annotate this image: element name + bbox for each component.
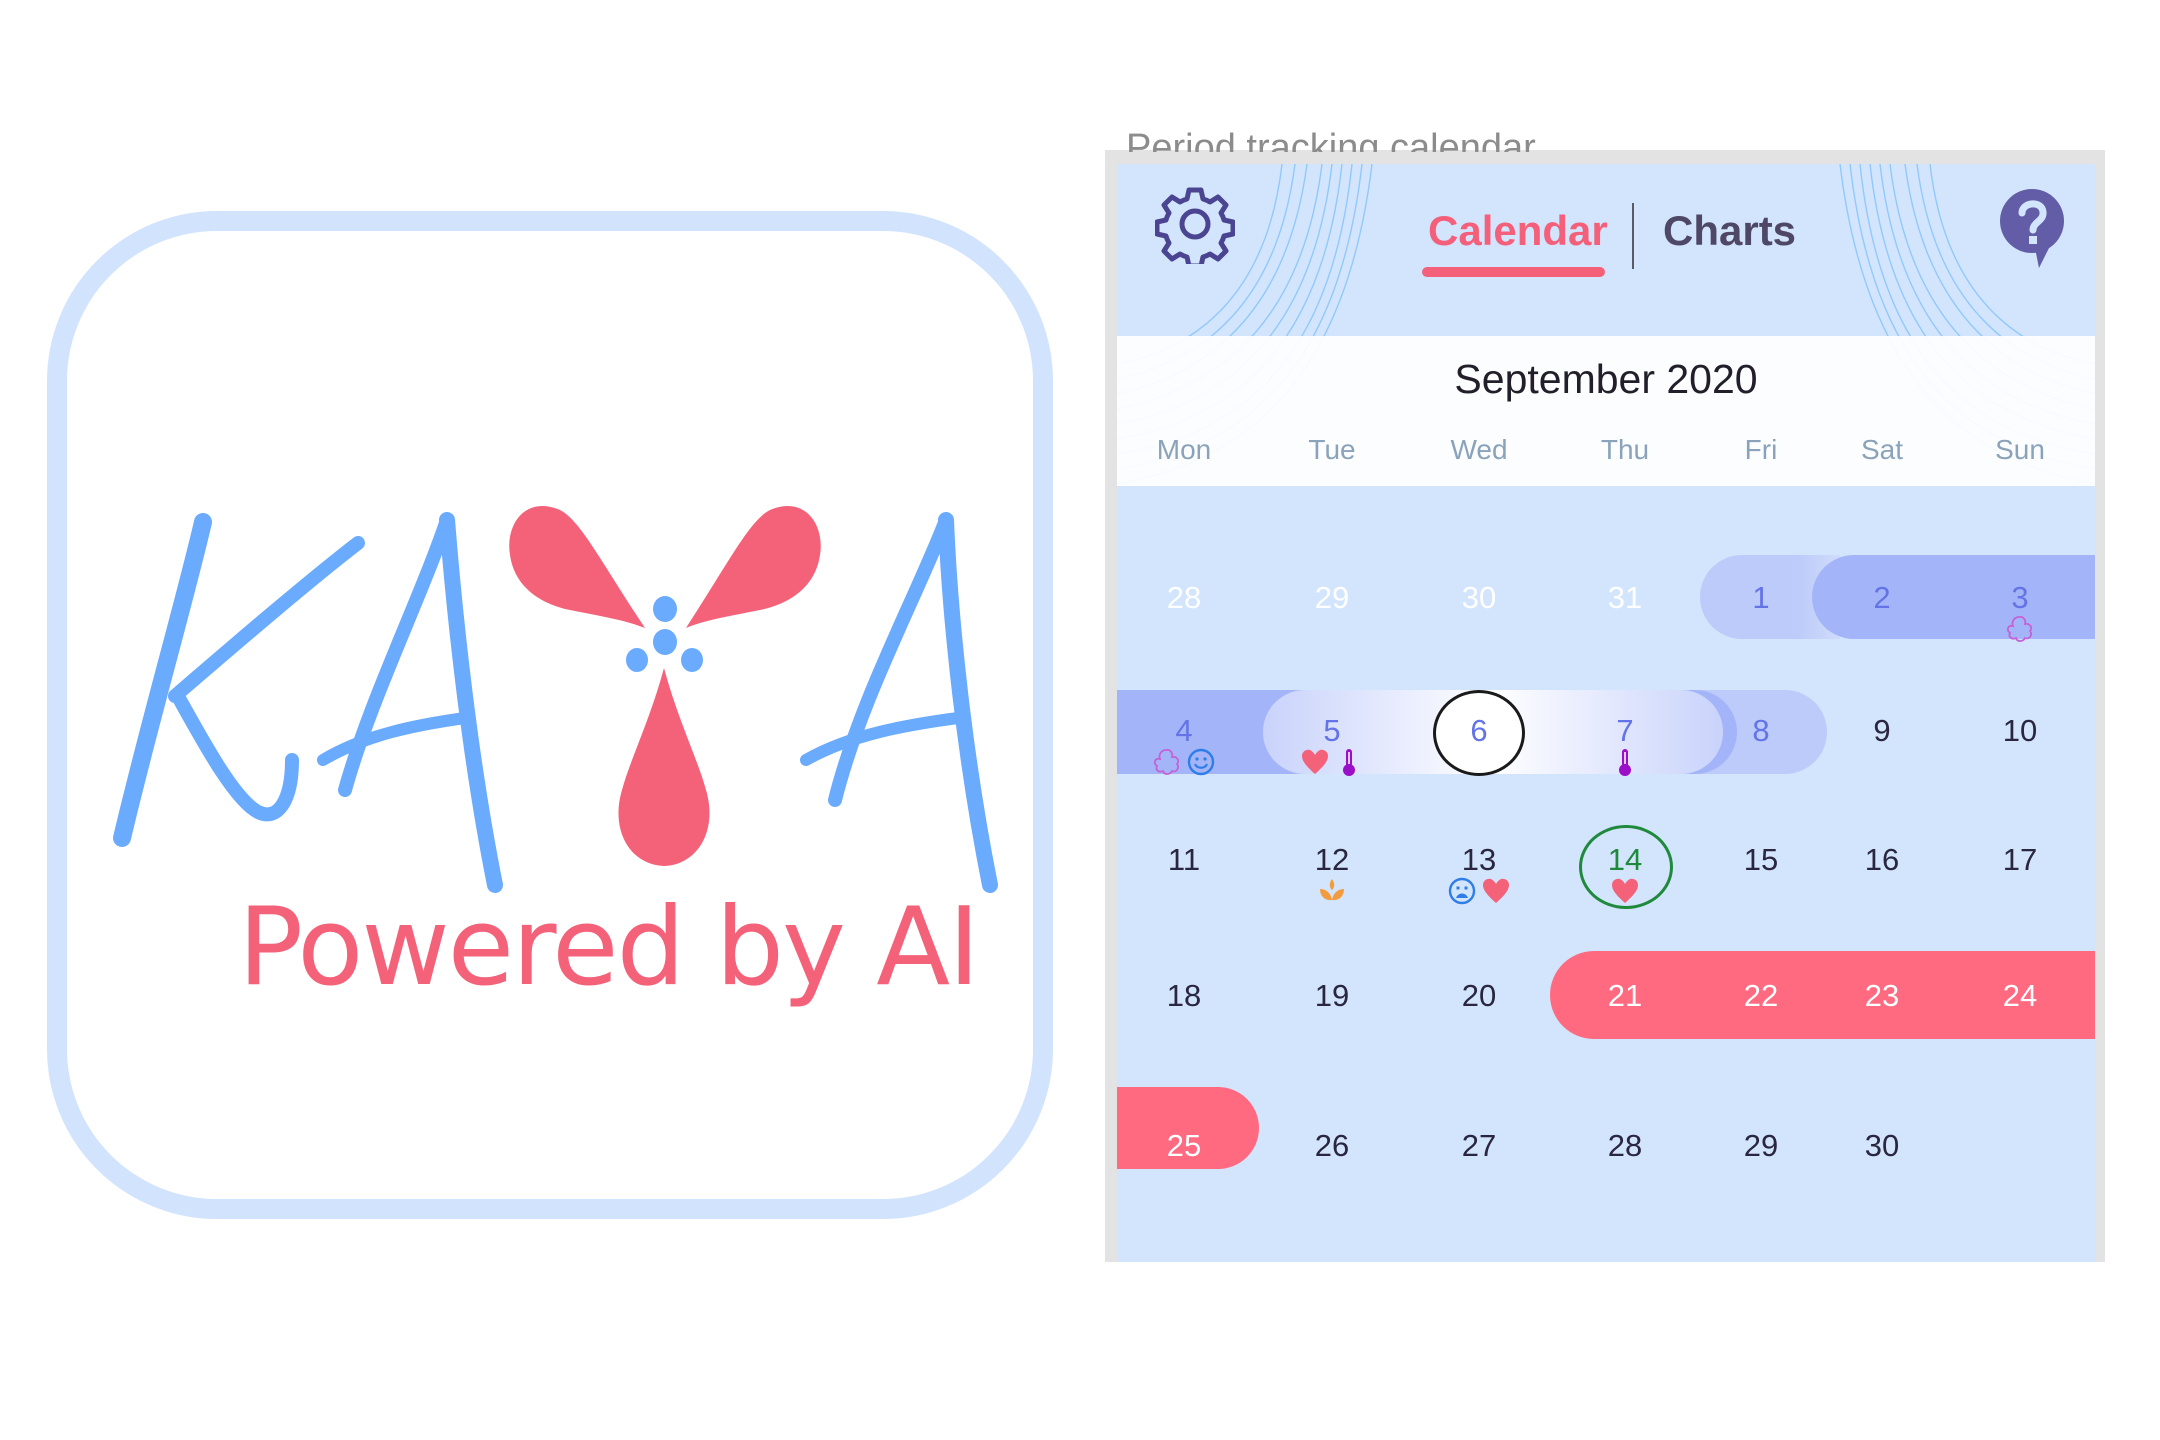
weekday-thu: Thu [1600, 434, 1650, 465]
thermometer-icon [1334, 747, 1364, 777]
tab-calendar[interactable]: Calendar [1428, 206, 1608, 256]
symptom-blob-icon [2005, 614, 2035, 644]
panel-caption: Period tracking calendar [1126, 127, 1536, 152]
calendar-day[interactable]: 3 [1965, 578, 2075, 618]
calendar-day[interactable]: 1 [1706, 578, 1816, 618]
sad-mood-icon [1447, 876, 1477, 906]
help-bubble-icon[interactable] [1995, 186, 2071, 272]
calendar-screen: Calendar Charts September 2020 Mon Tue Wed… [1117, 164, 2095, 1262]
gear-icon[interactable] [1155, 184, 1235, 264]
calendar-day[interactable]: 5 [1277, 711, 1387, 751]
calendar-day[interactable]: 27 [1424, 1126, 1534, 1166]
symptom-blob-icon [1152, 747, 1182, 777]
calendar-day[interactable]: 30 [1424, 578, 1534, 618]
calendar-day[interactable]: 12 [1277, 840, 1387, 880]
heart-icon [1610, 876, 1640, 906]
weekday-mon: Mon [1156, 434, 1212, 465]
calendar-day[interactable]: 19 [1277, 976, 1387, 1016]
calendar-day[interactable]: 31 [1570, 578, 1680, 618]
app-icon-frame [47, 211, 1053, 1219]
calendar-day[interactable]: 25 [1129, 1126, 1239, 1166]
happy-mood-icon [1186, 747, 1216, 777]
weekday-sat: Sat [1860, 434, 1904, 465]
calendar-day[interactable]: 20 [1424, 976, 1534, 1016]
active-tab-indicator [1422, 267, 1605, 277]
heart-icon [1300, 747, 1330, 777]
heart-icon [1481, 876, 1511, 906]
calendar-day[interactable]: 24 [1965, 976, 2075, 1016]
month-title: September 2020 [1454, 356, 1758, 402]
calendar-day[interactable]: 15 [1706, 840, 1816, 880]
calendar-day[interactable]: 22 [1706, 976, 1816, 1016]
calendar-day-selected[interactable]: 6 [1424, 711, 1534, 751]
lotus-icon [1317, 876, 1347, 906]
weekday-fri: Fri [1744, 434, 1778, 465]
calendar-day[interactable]: 28 [1129, 578, 1239, 618]
calendar-day[interactable]: 30 [1827, 1126, 1937, 1166]
weekday-sun: Sun [1995, 434, 2045, 465]
calendar-day[interactable]: 23 [1827, 976, 1937, 1016]
calendar-day[interactable]: 9 [1827, 711, 1937, 751]
calendar-day[interactable]: 16 [1827, 840, 1937, 880]
calendar-day[interactable]: 11 [1129, 840, 1239, 880]
calendar-day[interactable]: 8 [1706, 711, 1816, 751]
calendar-day-today[interactable]: 14 [1570, 840, 1680, 880]
calendar-day[interactable]: 10 [1965, 711, 2075, 751]
calendar-day[interactable]: 29 [1706, 1126, 1816, 1166]
calendar-day[interactable]: 26 [1277, 1126, 1387, 1166]
calendar-day[interactable]: 18 [1129, 976, 1239, 1016]
logo-tagline: Powered by AI [238, 885, 980, 1010]
calendar-day[interactable]: 21 [1570, 976, 1680, 1016]
calendar-day[interactable]: 2 [1827, 578, 1937, 618]
tab-charts[interactable]: Charts [1663, 206, 1796, 256]
tab-divider [1632, 203, 1634, 269]
calendar-day[interactable]: 17 [1965, 840, 2075, 880]
weekday-tue: Tue [1308, 434, 1356, 465]
thermometer-icon [1610, 747, 1640, 777]
calendar-day[interactable]: 29 [1277, 578, 1387, 618]
calendar-day[interactable]: 4 [1129, 711, 1239, 751]
calendar-day[interactable]: 7 [1570, 711, 1680, 751]
calendar-day[interactable]: 28 [1570, 1126, 1680, 1166]
calendar-day[interactable]: 13 [1424, 840, 1534, 880]
weekday-wed: Wed [1450, 434, 1508, 465]
